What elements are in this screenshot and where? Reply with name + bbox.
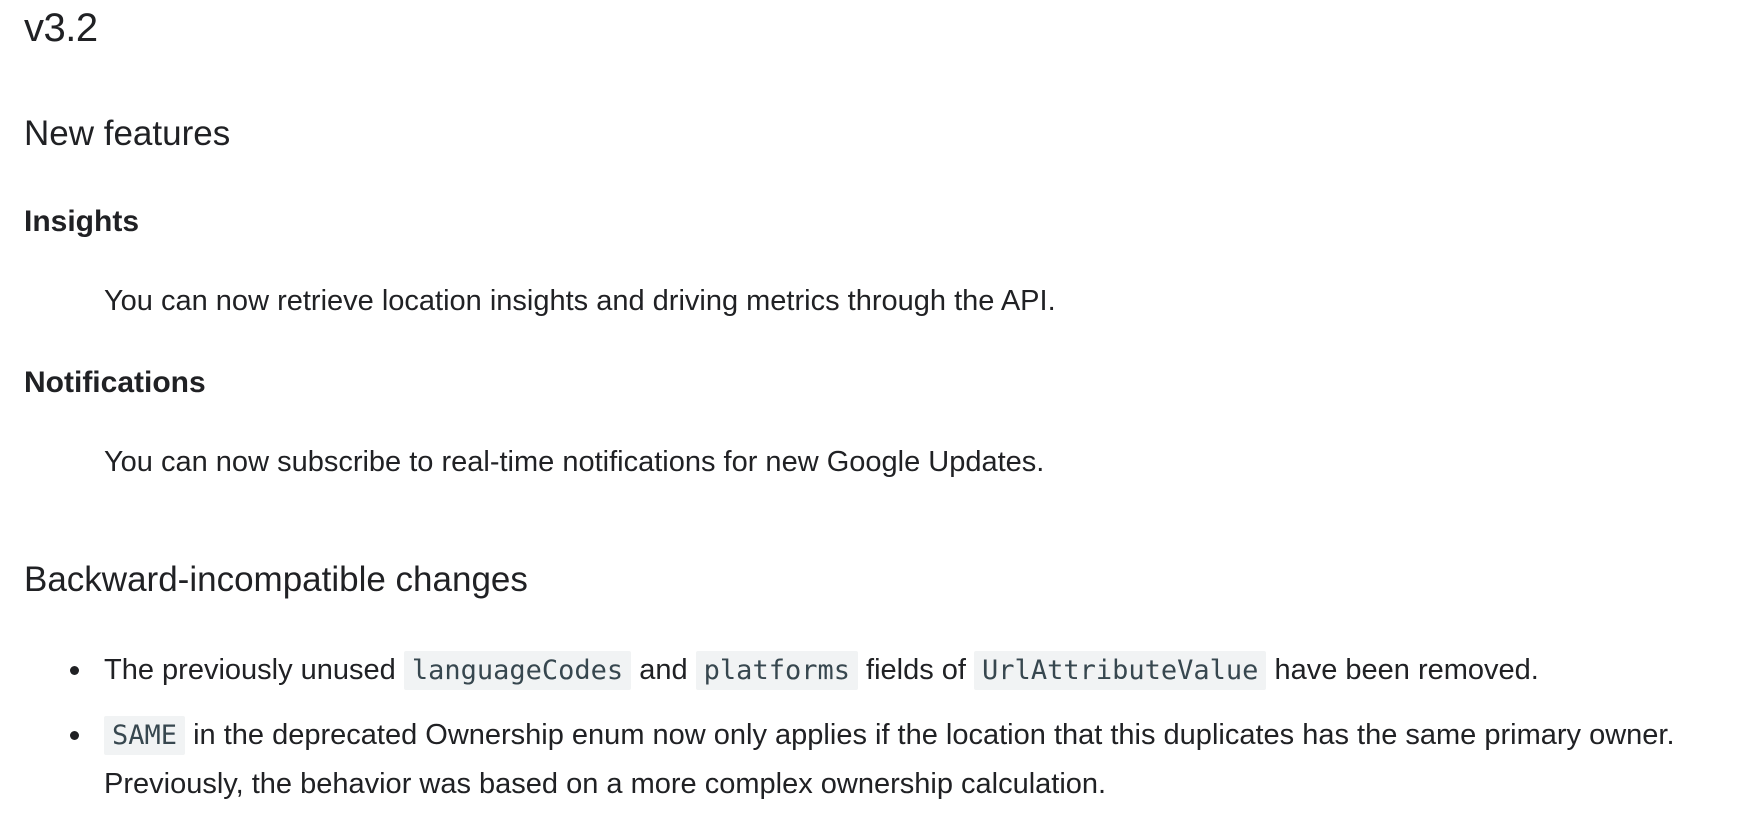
feature-notifications-title: Notifications bbox=[24, 366, 206, 399]
version-title: v3.2 bbox=[24, 6, 98, 50]
change-text: and bbox=[631, 654, 696, 686]
change-text: in the deprecated Ownership enum now onl… bbox=[104, 719, 1675, 800]
code-same: SAME bbox=[104, 716, 186, 755]
code-language-codes: languageCodes bbox=[403, 651, 632, 690]
change-text: The previously unused bbox=[104, 654, 404, 686]
breaking-changes-list: The previously unused languageCodes and … bbox=[24, 646, 1749, 808]
bullet-icon bbox=[70, 666, 79, 675]
code-platforms: platforms bbox=[695, 651, 858, 690]
change-text: have been removed. bbox=[1266, 654, 1539, 686]
list-item: SAME in the deprecated Ownership enum no… bbox=[24, 711, 1749, 808]
code-url-attribute-value: UrlAttributeValue bbox=[974, 651, 1267, 690]
feature-insights-description: You can now retrieve location insights a… bbox=[104, 285, 1056, 317]
bullet-icon bbox=[70, 731, 79, 740]
list-item: The previously unused languageCodes and … bbox=[24, 646, 1749, 695]
change-text: fields of bbox=[857, 654, 975, 686]
feature-notifications-description: You can now subscribe to real-time notif… bbox=[104, 446, 1045, 478]
backward-incompatible-heading: Backward-incompatible changes bbox=[24, 560, 528, 599]
new-features-heading: New features bbox=[24, 114, 231, 153]
feature-insights-title: Insights bbox=[24, 205, 140, 238]
